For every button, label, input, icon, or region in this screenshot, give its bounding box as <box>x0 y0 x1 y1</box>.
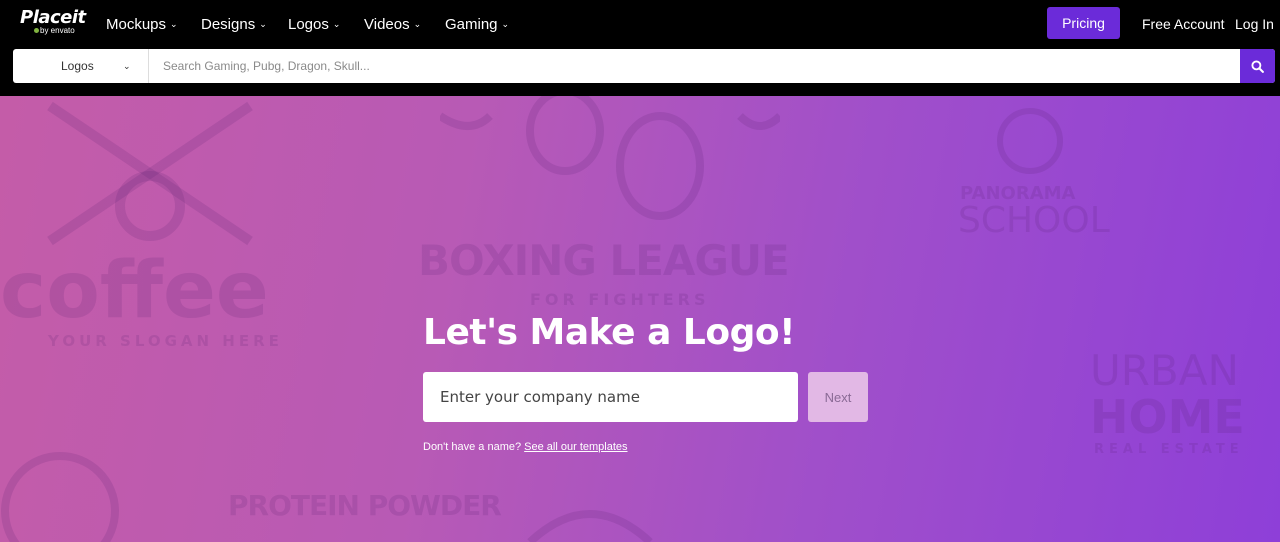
bg-logo-school: SCHOOL <box>958 200 1110 241</box>
bg-logo-boxing: BOXING LEAGUE <box>418 236 790 285</box>
bg-boxer-graphic <box>440 96 780 220</box>
bg-logo-home-tagline: REAL ESTATE <box>1094 442 1244 457</box>
chevron-down-icon: ⌄ <box>123 60 131 71</box>
free-account-link[interactable]: Free Account <box>1142 0 1225 48</box>
hero-section: coffee YOUR SLOGAN HERE BOXING LEAGUE FO… <box>0 96 1280 542</box>
see-all-templates-link[interactable]: See all our templates <box>524 441 627 453</box>
hero-title: Let's Make a Logo! <box>423 312 796 353</box>
bg-logo-boxing-tagline: FOR FIGHTERS <box>530 290 710 309</box>
chevron-down-icon: ⌄ <box>413 18 422 29</box>
search-container: Logos ⌄ <box>13 49 1275 83</box>
search-button[interactable] <box>1240 49 1275 83</box>
nav-item-mockups[interactable]: Mockups ⌄ <box>106 0 178 48</box>
nav-item-logos[interactable]: Logos ⌄ <box>288 0 340 48</box>
bg-logo-school-top: PANORAMA <box>960 183 1076 204</box>
bg-school-emblem-graphic <box>997 108 1063 174</box>
bg-logo-home: HOME <box>1090 390 1245 444</box>
nav-item-designs[interactable]: Designs ⌄ <box>201 0 267 48</box>
logo-wordmark: Placeit <box>20 7 86 28</box>
nav-item-label: Gaming <box>445 15 498 33</box>
chevron-down-icon: ⌄ <box>332 18 341 29</box>
bg-logo-coffee-tagline: YOUR SLOGAN HERE <box>48 332 283 350</box>
hint-text: Don't have a name? <box>423 441 522 453</box>
envato-leaf-icon <box>34 28 39 33</box>
templates-hint: Don't have a name? See all our templates <box>423 441 628 453</box>
search-bar: Logos ⌄ <box>0 48 1280 96</box>
logo-byline: by envato <box>32 27 75 35</box>
chevron-down-icon: ⌄ <box>501 18 510 29</box>
search-icon <box>1251 59 1264 73</box>
nav-item-label: Logos <box>288 15 329 33</box>
chevron-down-icon: ⌄ <box>170 18 178 29</box>
bg-logo-coffee: coffee <box>0 246 269 336</box>
login-link[interactable]: Log In <box>1235 0 1274 48</box>
next-button[interactable]: Next <box>808 372 868 422</box>
bg-bottom-center-graphic <box>527 510 653 542</box>
top-navbar: Placeit by envato Mockups ⌄ Designs ⌄ Logo… <box>0 0 1280 48</box>
nav-item-videos[interactable]: Videos ⌄ <box>364 0 421 48</box>
nav-item-label: Designs <box>201 15 256 33</box>
nav-item-gaming[interactable]: Gaming ⌄ <box>445 0 509 48</box>
search-input[interactable] <box>150 49 1240 83</box>
bg-crossed-tools-graphic <box>47 101 253 246</box>
nav-item-label: Videos <box>364 15 410 33</box>
bg-logo-urban: URBAN <box>1090 346 1239 395</box>
bg-logo-protein: PROTEIN POWDER <box>228 489 502 522</box>
search-category-label: Logos <box>61 59 94 73</box>
bg-bottom-left-emblem-graphic <box>1 452 119 542</box>
chevron-down-icon: ⌄ <box>259 18 267 29</box>
pricing-button[interactable]: Pricing <box>1047 7 1120 39</box>
placeit-logo[interactable]: Placeit by envato <box>20 7 86 35</box>
search-category-select[interactable]: Logos ⌄ <box>13 49 149 83</box>
nav-item-label: Mockups <box>106 15 167 33</box>
company-name-input[interactable] <box>423 372 798 422</box>
